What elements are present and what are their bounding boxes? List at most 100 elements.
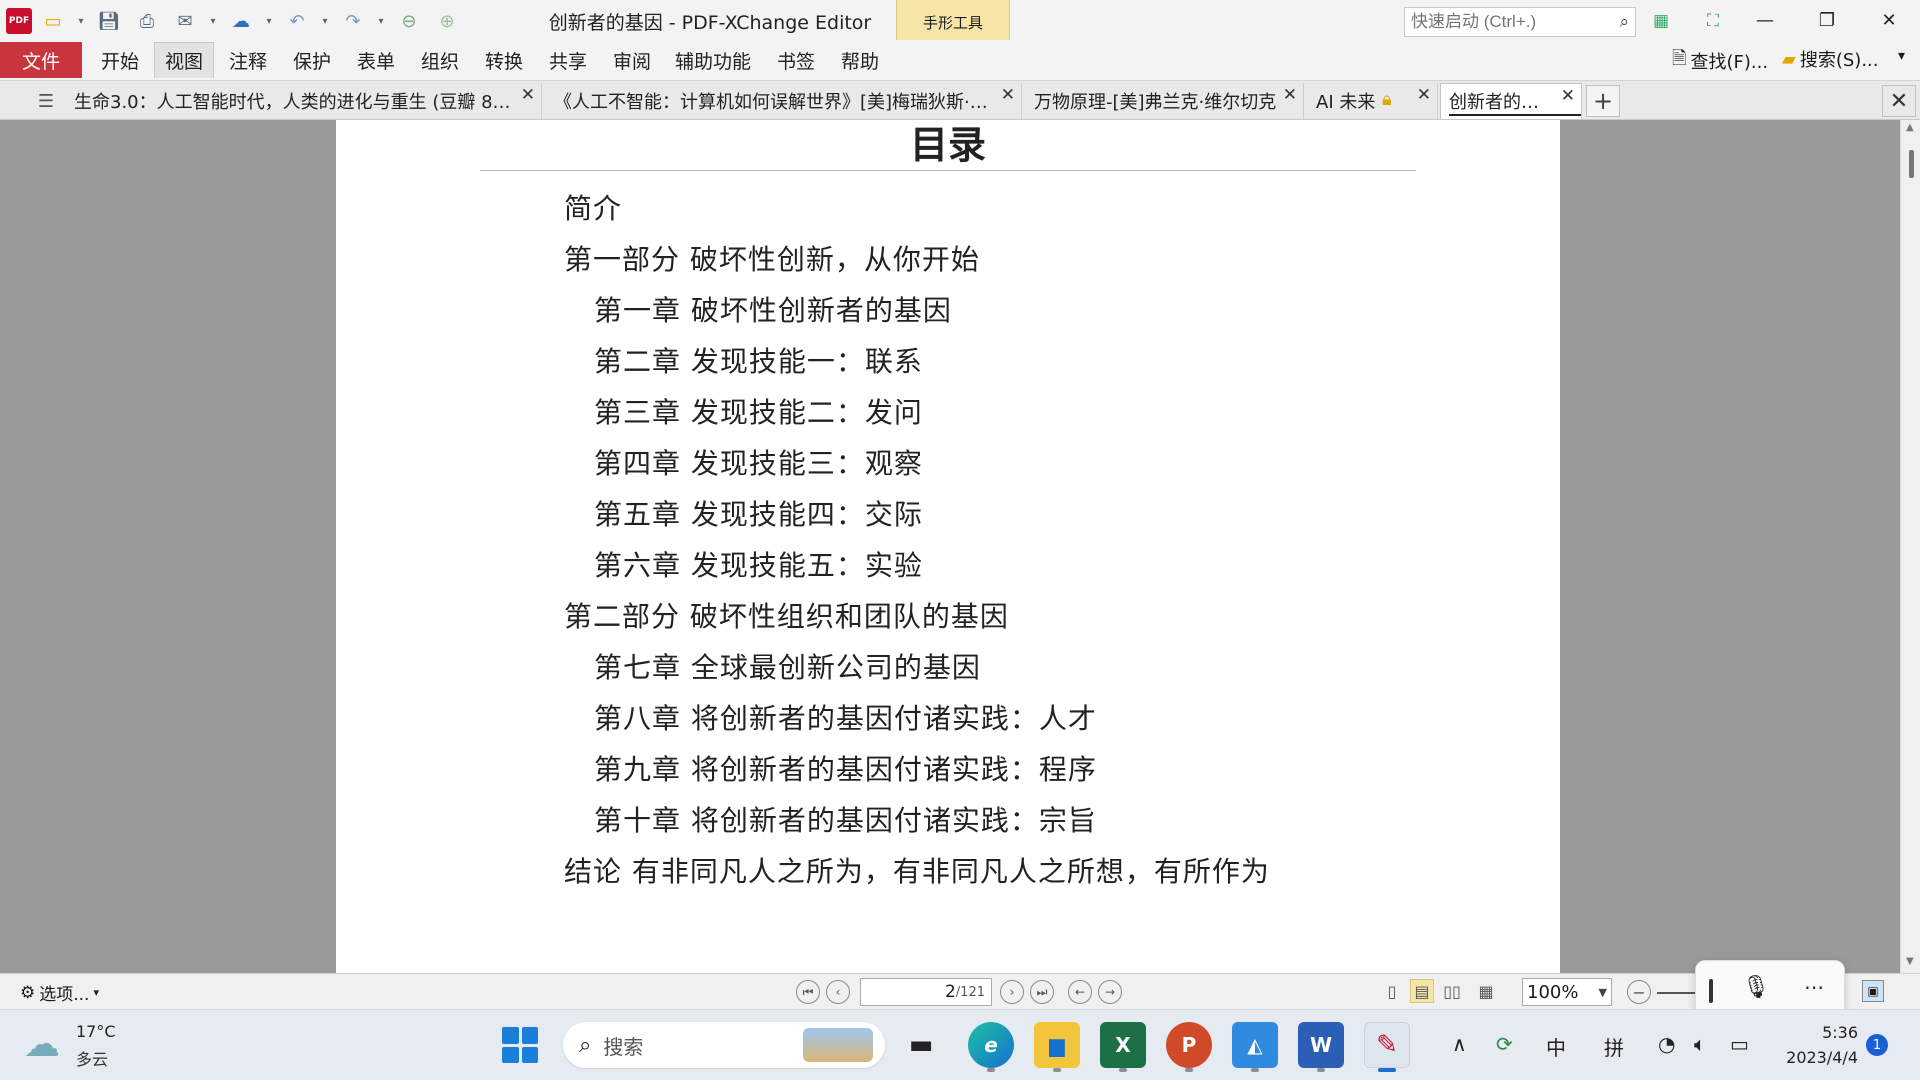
- clock-date[interactable]: 2023/4/4: [1770, 1048, 1858, 1067]
- tab-bookmarks[interactable]: 书签: [766, 42, 826, 78]
- tab-share[interactable]: 共享: [540, 42, 596, 78]
- show-hidden-icons[interactable]: ∧: [1452, 1032, 1467, 1056]
- current-page[interactable]: 2: [945, 982, 956, 1002]
- tab-home[interactable]: 开始: [92, 42, 148, 78]
- next-page-icon[interactable]: ›: [1000, 980, 1024, 1004]
- tab-comment[interactable]: 注释: [220, 42, 276, 78]
- close-tab-icon[interactable]: ✕: [1283, 85, 1297, 105]
- close-tab-icon[interactable]: ✕: [1001, 85, 1015, 105]
- redo-icon[interactable]: ↷: [336, 6, 370, 36]
- email-icon[interactable]: ✉: [168, 6, 202, 36]
- options-button[interactable]: ⚙ 选项... ▾: [20, 980, 99, 1006]
- edge-icon[interactable]: e: [968, 1022, 1014, 1068]
- tab-accessibility[interactable]: 辅助功能: [670, 42, 756, 78]
- open-dropdown-icon[interactable]: ▾: [74, 6, 88, 36]
- toc-chapter-entry[interactable]: 第四章 发现技能三：观察: [594, 442, 923, 482]
- find-button[interactable]: 🗎︎ 查找(F)...: [1672, 46, 1768, 76]
- scroll-up-icon[interactable]: ▲: [1906, 122, 1914, 133]
- battery-icon[interactable]: ▭: [1730, 1032, 1749, 1056]
- panel-toggle-icon[interactable]: ▣: [1862, 980, 1884, 1002]
- cloud-icon[interactable]: ☁: [24, 1024, 60, 1065]
- volume-icon[interactable]: 🔈︎: [1694, 1032, 1706, 1056]
- weather-description[interactable]: 多云: [76, 1046, 108, 1070]
- pdf-xchange-icon[interactable]: ✎: [1364, 1022, 1410, 1068]
- quick-launch-input[interactable]: [1411, 12, 1601, 32]
- forward-icon[interactable]: ⊕: [430, 6, 464, 36]
- close-tab-icon[interactable]: ✕: [521, 85, 535, 105]
- close-tab-icon[interactable]: ✕: [1417, 85, 1431, 105]
- minimize-button[interactable]: —: [1734, 0, 1796, 40]
- toc-part-entry[interactable]: 第一部分 破坏性创新，从你开始: [564, 238, 980, 278]
- previous-view-icon[interactable]: ←: [1068, 980, 1092, 1004]
- tab-review[interactable]: 审阅: [604, 42, 660, 78]
- open-icon[interactable]: ▭: [36, 6, 70, 36]
- undo-dropdown-icon[interactable]: ▾: [318, 6, 332, 36]
- save-icon[interactable]: 💾︎: [92, 6, 126, 36]
- wifi-icon[interactable]: ◔: [1658, 1032, 1675, 1056]
- new-tab-button[interactable]: +: [1586, 85, 1620, 117]
- tab-convert[interactable]: 转换: [476, 42, 532, 78]
- scroll-thumb[interactable]: [1909, 150, 1914, 178]
- document-tab[interactable]: 生命3.0：人工智能时代，人类的进化与重生 (豆瓣 8.3) ✕: [66, 83, 542, 119]
- folder-icon[interactable]: ▆: [1034, 1022, 1080, 1068]
- restore-button[interactable]: ❐: [1796, 0, 1858, 40]
- fullscreen-icon[interactable]: ⛶: [1696, 6, 1730, 36]
- single-page-icon[interactable]: ▯: [1380, 979, 1404, 1003]
- document-tab[interactable]: 万物原理-[美]弗兰克·维尔切克 ✕: [1026, 83, 1304, 119]
- toc-chapter-entry[interactable]: 第三章 发现技能二：发问: [594, 391, 923, 431]
- toc-chapter-entry[interactable]: 第七章 全球最创新公司的基因: [594, 646, 981, 686]
- tab-help[interactable]: 帮助: [830, 42, 890, 78]
- pdf-page[interactable]: 目录 简介 第一部分 破坏性创新，从你开始 第一章 破坏性创新者的基因 第二章 发现技…: [336, 120, 1560, 973]
- back-icon[interactable]: ⊖: [392, 6, 426, 36]
- taskbar-search[interactable]: ⌕ 搜索: [563, 1022, 885, 1068]
- document-tab-active[interactable]: 创新者的基因 ✕: [1440, 83, 1582, 119]
- document-tab[interactable]: AI 未来 🔒︎ ✕: [1308, 83, 1438, 119]
- email-dropdown-icon[interactable]: ▾: [206, 6, 220, 36]
- search-button[interactable]: ▰ 搜索(S)...: [1782, 46, 1878, 72]
- chevron-down-icon[interactable]: ▾: [1898, 48, 1905, 64]
- powerpoint-icon[interactable]: P: [1166, 1022, 1212, 1068]
- file-menu[interactable]: 文件: [0, 42, 82, 78]
- weather-temperature[interactable]: 17°C: [76, 1022, 116, 1041]
- close-button[interactable]: ✕: [1858, 0, 1920, 40]
- tab-list-icon[interactable]: ☰: [30, 85, 62, 117]
- photos-icon[interactable]: ◭: [1232, 1022, 1278, 1068]
- close-tab-icon[interactable]: ✕: [1561, 86, 1575, 106]
- task-view-icon[interactable]: ▬: [898, 1022, 944, 1068]
- document-tab[interactable]: 《人工不智能：计算机如何误解世界》[美]梅瑞狄斯·布... ✕: [546, 83, 1022, 119]
- search-icon[interactable]: ⌕: [1619, 12, 1629, 32]
- toc-chapter-entry[interactable]: 第五章 发现技能四：交际: [594, 493, 923, 533]
- next-view-icon[interactable]: →: [1098, 980, 1122, 1004]
- tab-organize[interactable]: 组织: [412, 42, 468, 78]
- toc-chapter-entry[interactable]: 第六章 发现技能五：实验: [594, 544, 923, 584]
- undo-icon[interactable]: ↶: [280, 6, 314, 36]
- tab-form[interactable]: 表单: [348, 42, 404, 78]
- ime-language-indicator[interactable]: 中: [1546, 1032, 1566, 1061]
- excel-icon[interactable]: X: [1100, 1022, 1146, 1068]
- ime-mode-indicator[interactable]: 拼: [1604, 1032, 1624, 1061]
- prev-page-icon[interactable]: ‹: [826, 980, 850, 1004]
- vertical-scrollbar[interactable]: ▲ ▼: [1900, 120, 1920, 973]
- last-page-icon[interactable]: ⏭: [1030, 980, 1054, 1004]
- more-options-icon[interactable]: ⋯: [1804, 975, 1824, 999]
- sync-icon[interactable]: ⟳: [1496, 1032, 1513, 1056]
- continuous-page-icon[interactable]: ▤: [1410, 979, 1434, 1003]
- cloud-icon[interactable]: ☁: [224, 6, 258, 36]
- zoom-slider[interactable]: [1657, 992, 1697, 994]
- notification-badge[interactable]: 1: [1866, 1034, 1888, 1056]
- scroll-down-icon[interactable]: ▼: [1906, 956, 1914, 967]
- two-pages-icon[interactable]: ▯▯: [1440, 979, 1464, 1003]
- app-icon[interactable]: PDF: [6, 8, 32, 34]
- cloud-dropdown-icon[interactable]: ▾: [262, 6, 276, 36]
- print-icon[interactable]: ⎙: [130, 6, 164, 36]
- start-button[interactable]: [502, 1027, 538, 1063]
- sharepoint-icon[interactable]: ▦: [1644, 6, 1678, 36]
- toc-chapter-entry[interactable]: 第八章 将创新者的基因付诸实践：人才: [594, 697, 1097, 737]
- toc-chapter-entry[interactable]: 第九章 将创新者的基因付诸实践：程序: [594, 748, 1097, 788]
- two-pages-continuous-icon[interactable]: ▦: [1474, 979, 1498, 1003]
- redo-dropdown-icon[interactable]: ▾: [374, 6, 388, 36]
- toc-part-entry[interactable]: 结论 有非同凡人之所为，有非同凡人之所想，有所作为: [564, 850, 1270, 890]
- quick-launch-box[interactable]: ⌕: [1404, 7, 1636, 37]
- clock-time[interactable]: 5:36: [1808, 1023, 1858, 1042]
- tab-view[interactable]: 视图: [154, 42, 214, 78]
